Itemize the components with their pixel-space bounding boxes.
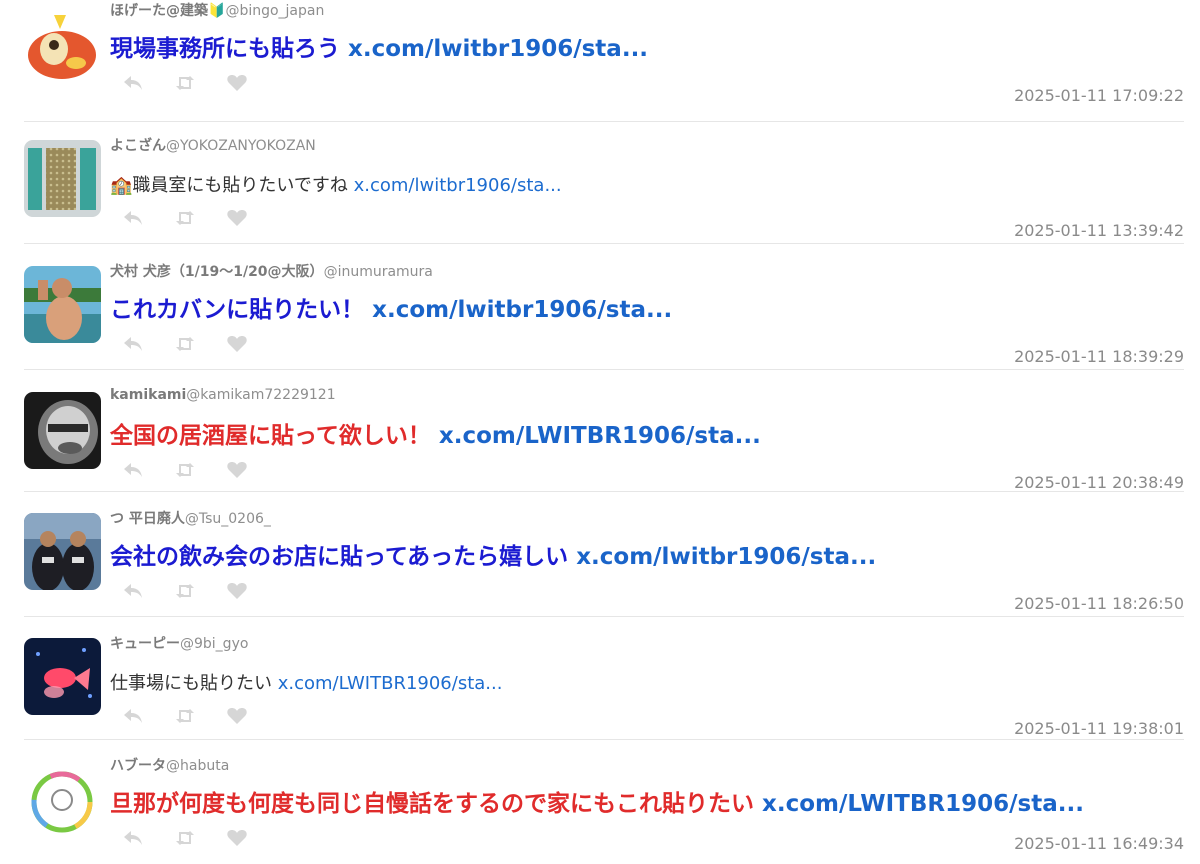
tweet-body: 会社の飲み会のお店に貼ってあったら嬉しい x.com/lwitbr1906/st… <box>110 537 876 571</box>
retweet-icon[interactable] <box>174 828 196 848</box>
tweet-body: 全国の居酒屋に貼って欲しい！ x.com/LWITBR1906/sta... <box>110 416 761 450</box>
user-handle[interactable]: @Tsu_0206_ <box>185 511 271 527</box>
retweet-icon[interactable] <box>174 706 196 726</box>
tweet-text: 現場事務所にも貼ろう <box>110 36 340 62</box>
avatar[interactable] <box>24 760 101 837</box>
heart-icon[interactable] <box>226 460 248 480</box>
tweet-body: 現場事務所にも貼ろう x.com/lwitbr1906/sta... <box>110 29 648 63</box>
tweet-header: ほげーた@建築🔰@bingo_japan <box>110 0 324 20</box>
tweet-header: 犬村 犬彦（1/19〜1/20@大阪）@inumuramura <box>110 261 433 281</box>
tweet-actions <box>122 828 248 848</box>
tweet-item: kamikami@kamikam72229121 全国の居酒屋に貼って欲しい！ … <box>24 374 1184 492</box>
tweet-actions <box>122 460 248 480</box>
divider <box>24 616 1184 617</box>
tweet-body: 🏫職員室にも貼りたいですね x.com/lwitbr1906/sta... <box>110 171 562 197</box>
tweet-link[interactable]: x.com/lwitbr1906/sta... <box>354 175 562 196</box>
tweet-header: よこざん@YOKOZANYOKOZAN <box>110 135 316 155</box>
tweet-feed: ほげーた@建築🔰@bingo_japan 現場事務所にも貼ろう x.com/lw… <box>0 0 1200 864</box>
heart-icon[interactable] <box>226 581 248 601</box>
tweet-text: これカバンに貼りたい！ <box>110 297 365 323</box>
avatar[interactable] <box>24 392 101 469</box>
user-handle[interactable]: @inumuramura <box>324 264 433 280</box>
tweet-actions <box>122 334 248 354</box>
tweet-header: つ 平日廃人@Tsu_0206_ <box>110 508 271 528</box>
timestamp[interactable]: 2025-01-11 17:09:22 <box>1014 86 1184 105</box>
heart-icon[interactable] <box>226 828 248 848</box>
tweet-text: 仕事場にも貼りたい <box>110 673 272 694</box>
avatar[interactable] <box>24 513 101 590</box>
tweet-link[interactable]: x.com/lwitbr1906/sta... <box>576 544 876 570</box>
reply-icon[interactable] <box>122 73 144 93</box>
timestamp[interactable]: 2025-01-11 13:39:42 <box>1014 221 1184 240</box>
avatar[interactable] <box>24 638 101 715</box>
retweet-icon[interactable] <box>174 460 196 480</box>
tweet-link[interactable]: x.com/lwitbr1906/sta... <box>348 36 648 62</box>
reply-icon[interactable] <box>122 334 144 354</box>
tweet-actions <box>122 706 248 726</box>
divider <box>24 369 1184 370</box>
avatar[interactable] <box>24 140 101 217</box>
tweet-link[interactable]: x.com/LWITBR1906/sta... <box>278 673 503 694</box>
display-name[interactable]: kamikami <box>110 387 186 403</box>
tweet-text: 🏫職員室にも貼りたいですね <box>110 175 348 196</box>
tweet-link[interactable]: x.com/LWITBR1906/sta... <box>762 791 1084 817</box>
tweet-item: キューピー@9bi_gyo 仕事場にも貼りたい x.com/LWITBR1906… <box>24 620 1184 740</box>
user-handle[interactable]: @YOKOZANYOKOZAN <box>166 138 316 154</box>
display-name[interactable]: よこざん <box>110 138 166 154</box>
display-name[interactable]: ほげーた@建築🔰 <box>110 3 225 19</box>
tweet-header: kamikami@kamikam72229121 <box>110 387 336 403</box>
tweet-link[interactable]: x.com/lwitbr1906/sta... <box>372 297 672 323</box>
tweet-actions <box>122 208 248 228</box>
tweet-actions <box>122 73 248 93</box>
avatar[interactable] <box>24 266 101 343</box>
tweet-text: 旦那が何度も何度も同じ自慢話をするので家にもこれ貼りたい <box>110 791 754 817</box>
tweet-link[interactable]: x.com/LWITBR1906/sta... <box>439 423 761 449</box>
timestamp[interactable]: 2025-01-11 19:38:01 <box>1014 719 1184 738</box>
display-name[interactable]: 犬村 犬彦（1/19〜1/20@大阪） <box>110 264 324 280</box>
display-name[interactable]: つ 平日廃人 <box>110 511 185 527</box>
reply-icon[interactable] <box>122 706 144 726</box>
display-name[interactable]: ハブータ <box>110 758 166 774</box>
tweet-text: 全国の居酒屋に貼って欲しい！ <box>110 423 431 449</box>
timestamp[interactable]: 2025-01-11 16:49:34 <box>1014 834 1184 853</box>
tweet-header: ハブータ@habuta <box>110 755 229 775</box>
retweet-icon[interactable] <box>174 581 196 601</box>
timestamp[interactable]: 2025-01-11 18:39:29 <box>1014 347 1184 366</box>
display-name[interactable]: キューピー <box>110 636 180 652</box>
retweet-icon[interactable] <box>174 208 196 228</box>
tweet-item: ほげーた@建築🔰@bingo_japan 現場事務所にも貼ろう x.com/lw… <box>24 0 1184 122</box>
reply-icon[interactable] <box>122 828 144 848</box>
tweet-body: 仕事場にも貼りたい x.com/LWITBR1906/sta... <box>110 669 502 695</box>
divider <box>24 243 1184 244</box>
heart-icon[interactable] <box>226 706 248 726</box>
user-handle[interactable]: @bingo_japan <box>225 3 324 19</box>
retweet-icon[interactable] <box>174 73 196 93</box>
avatar[interactable] <box>24 5 101 82</box>
tweet-text: 会社の飲み会のお店に貼ってあったら嬉しい <box>110 544 569 570</box>
divider <box>24 491 1184 492</box>
timestamp[interactable]: 2025-01-11 20:38:49 <box>1014 473 1184 492</box>
tweet-item: 犬村 犬彦（1/19〜1/20@大阪）@inumuramura これカバンに貼り… <box>24 248 1184 370</box>
reply-icon[interactable] <box>122 581 144 601</box>
retweet-icon[interactable] <box>174 334 196 354</box>
reply-icon[interactable] <box>122 460 144 480</box>
heart-icon[interactable] <box>226 334 248 354</box>
user-handle[interactable]: @habuta <box>166 758 229 774</box>
reply-icon[interactable] <box>122 208 144 228</box>
tweet-item: つ 平日廃人@Tsu_0206_ 会社の飲み会のお店に貼ってあったら嬉しい x.… <box>24 495 1184 617</box>
tweet-item: よこざん@YOKOZANYOKOZAN 🏫職員室にも貼りたいですね x.com/… <box>24 122 1184 244</box>
tweet-header: キューピー@9bi_gyo <box>110 633 248 653</box>
tweet-body: 旦那が何度も何度も同じ自慢話をするので家にもこれ貼りたい x.com/LWITB… <box>110 784 1084 818</box>
user-handle[interactable]: @kamikam72229121 <box>186 387 335 403</box>
divider <box>24 739 1184 740</box>
tweet-body: これカバンに貼りたい！ x.com/lwitbr1906/sta... <box>110 290 672 324</box>
user-handle[interactable]: @9bi_gyo <box>180 636 248 652</box>
heart-icon[interactable] <box>226 208 248 228</box>
tweet-item: ハブータ@habuta 旦那が何度も何度も同じ自慢話をするので家にもこれ貼りたい… <box>24 742 1184 864</box>
timestamp[interactable]: 2025-01-11 18:26:50 <box>1014 594 1184 613</box>
heart-icon[interactable] <box>226 73 248 93</box>
tweet-actions <box>122 581 248 601</box>
